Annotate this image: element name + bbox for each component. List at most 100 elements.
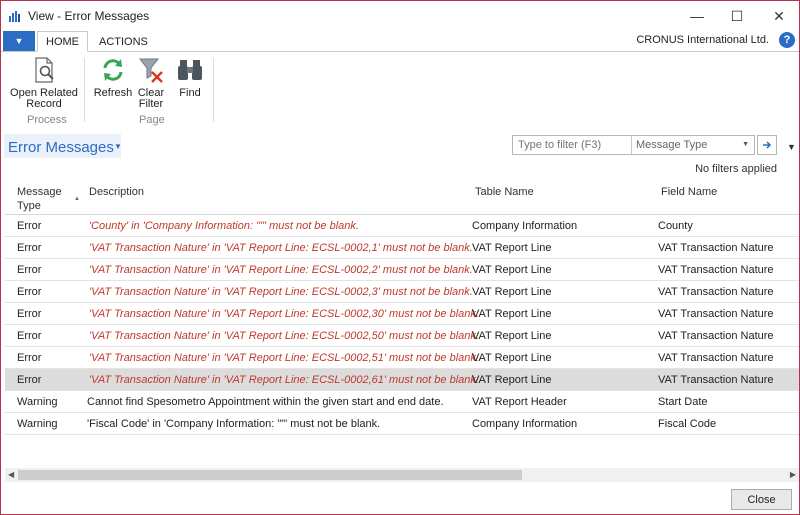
cell-description: 'Fiscal Code' in 'Company Information: "… <box>87 418 381 430</box>
column-header-description[interactable]: Description <box>89 185 144 199</box>
cell-message-type: Error <box>17 220 42 232</box>
refresh-button[interactable]: Refresh <box>93 56 133 99</box>
scroll-left-icon[interactable]: ◀ <box>8 470 14 479</box>
binoculars-icon <box>178 60 202 80</box>
cell-field-name: VAT Transaction Nature <box>658 242 774 254</box>
table-row[interactable]: Error 'VAT Transaction Nature' in 'VAT R… <box>5 281 799 303</box>
cell-description: Cannot find Spesometro Appointment withi… <box>87 396 444 408</box>
window-title: View - Error Messages <box>28 9 150 23</box>
cell-table-name: VAT Report Header <box>472 396 567 408</box>
cell-message-type: Warning <box>17 396 58 408</box>
table-row-selected[interactable]: Error 'VAT Transaction Nature' in 'VAT R… <box>5 369 799 391</box>
column-header-message-type[interactable]: Message Type <box>17 185 67 213</box>
minimize-icon: — <box>690 8 704 24</box>
cell-message-type: Error <box>17 374 42 386</box>
cell-table-name: VAT Report Line <box>472 308 552 320</box>
cell-field-name: VAT Transaction Nature <box>658 264 774 276</box>
cell-table-name: VAT Report Line <box>472 374 552 386</box>
filter-input[interactable] <box>513 136 632 154</box>
refresh-icon <box>103 59 123 81</box>
file-menu-chevron-icon: ▼ <box>14 36 24 46</box>
filter-field-select[interactable]: Message Type ▼ <box>633 136 754 154</box>
app-logo-icon <box>8 9 23 23</box>
maximize-icon: ☐ <box>730 7 744 24</box>
collapse-chevron-icon[interactable]: ▼ <box>787 142 796 152</box>
cell-field-name: Fiscal Code <box>658 418 717 430</box>
close-window-button[interactable]: ✕ <box>759 1 799 31</box>
page-title[interactable]: Error Messages <box>8 139 114 156</box>
cell-field-name: VAT Transaction Nature <box>658 286 774 298</box>
arrow-right-icon <box>763 141 772 149</box>
cell-description: 'VAT Transaction Nature' in 'VAT Report … <box>89 374 479 386</box>
open-related-record-button[interactable]: Open Related Record <box>8 56 80 110</box>
sort-ascending-icon: ▲ <box>74 196 80 202</box>
group-label-process: Process <box>27 114 67 126</box>
cell-message-type: Error <box>17 352 42 364</box>
apply-filter-button[interactable] <box>757 135 777 155</box>
ribbon-group-divider <box>213 58 214 122</box>
cell-table-name: Company Information <box>472 418 578 430</box>
help-icon: ? <box>783 34 791 46</box>
clear-filter-button[interactable]: Clear Filter <box>133 56 169 110</box>
ribbon-group-divider <box>84 58 85 122</box>
tab-home[interactable]: HOME <box>37 31 88 52</box>
table-row[interactable]: Error 'VAT Transaction Nature' in 'VAT R… <box>5 347 799 369</box>
cell-description: 'County' in 'Company Information: ""' mu… <box>89 220 359 232</box>
find-button[interactable]: Find <box>175 56 205 99</box>
scroll-right-icon[interactable]: ▶ <box>790 470 796 479</box>
filter-field-label: Message Type <box>636 139 708 151</box>
ribbon: Open Related Record Process Refresh Clea… <box>1 51 799 127</box>
scrollbar-thumb[interactable] <box>18 470 522 480</box>
column-header-table-name[interactable]: Table Name <box>475 185 534 199</box>
cell-table-name: VAT Report Line <box>472 286 552 298</box>
horizontal-scrollbar[interactable]: ◀ ▶ <box>5 468 799 482</box>
table-row[interactable]: Error 'VAT Transaction Nature' in 'VAT R… <box>5 237 799 259</box>
cell-table-name: Company Information <box>472 220 578 232</box>
cell-field-name: VAT Transaction Nature <box>658 374 774 386</box>
cell-table-name: VAT Report Line <box>472 264 552 276</box>
error-messages-window: View - Error Messages — ☐ ✕ ▼ HOME ACTIO… <box>0 0 800 515</box>
table-row[interactable]: Error 'VAT Transaction Nature' in 'VAT R… <box>5 303 799 325</box>
cell-field-name: VAT Transaction Nature <box>658 330 774 342</box>
open-related-record-label: Open Related Record <box>10 87 78 110</box>
title-bar: View - Error Messages — ☐ ✕ <box>1 1 799 31</box>
cell-description: 'VAT Transaction Nature' in 'VAT Report … <box>89 286 473 298</box>
cell-description: 'VAT Transaction Nature' in 'VAT Report … <box>89 242 473 254</box>
find-label: Find <box>179 87 201 99</box>
help-button[interactable]: ? <box>779 32 795 48</box>
minimize-button[interactable]: — <box>677 1 717 31</box>
cell-table-name: VAT Report Line <box>472 352 552 364</box>
cell-field-name: County <box>658 220 693 232</box>
cell-message-type: Error <box>17 308 42 320</box>
cell-field-name: Start Date <box>658 396 708 408</box>
cell-table-name: VAT Report Line <box>472 242 552 254</box>
tab-actions[interactable]: ACTIONS <box>91 31 156 52</box>
page-title-dropdown-icon[interactable]: ▼ <box>114 142 122 151</box>
table-row[interactable]: Warning 'Fiscal Code' in 'Company Inform… <box>5 413 799 435</box>
close-icon: ✕ <box>773 7 785 24</box>
table-row[interactable]: Error 'County' in 'Company Information: … <box>5 215 799 237</box>
cell-table-name: VAT Report Line <box>472 330 552 342</box>
table-row[interactable]: Error 'VAT Transaction Nature' in 'VAT R… <box>5 325 799 347</box>
column-header-field-name[interactable]: Field Name <box>661 185 717 199</box>
refresh-label: Refresh <box>93 87 133 99</box>
table-row[interactable]: Error 'VAT Transaction Nature' in 'VAT R… <box>5 259 799 281</box>
ribbon-tab-row: ▼ HOME ACTIONS CRONUS International Ltd.… <box>1 31 799 52</box>
table-row[interactable]: Warning Cannot find Spesometro Appointme… <box>5 391 799 413</box>
cell-description: 'VAT Transaction Nature' in 'VAT Report … <box>89 330 479 342</box>
file-menu-button[interactable]: ▼ <box>3 31 35 51</box>
cell-message-type: Error <box>17 242 42 254</box>
cell-description: 'VAT Transaction Nature' in 'VAT Report … <box>89 264 473 276</box>
cell-field-name: VAT Transaction Nature <box>658 352 774 364</box>
cell-message-type: Warning <box>17 418 58 430</box>
dropdown-arrow-icon: ▼ <box>742 141 749 148</box>
cell-message-type: Error <box>17 330 42 342</box>
company-name[interactable]: CRONUS International Ltd. <box>636 34 769 46</box>
open-record-icon <box>35 57 54 83</box>
close-button[interactable]: Close <box>731 489 792 510</box>
cell-message-type: Error <box>17 264 42 276</box>
clear-filter-label: Clear Filter <box>137 87 165 110</box>
cell-description: 'VAT Transaction Nature' in 'VAT Report … <box>89 308 479 320</box>
clear-filter-icon <box>138 58 163 83</box>
maximize-button[interactable]: ☐ <box>717 1 757 31</box>
